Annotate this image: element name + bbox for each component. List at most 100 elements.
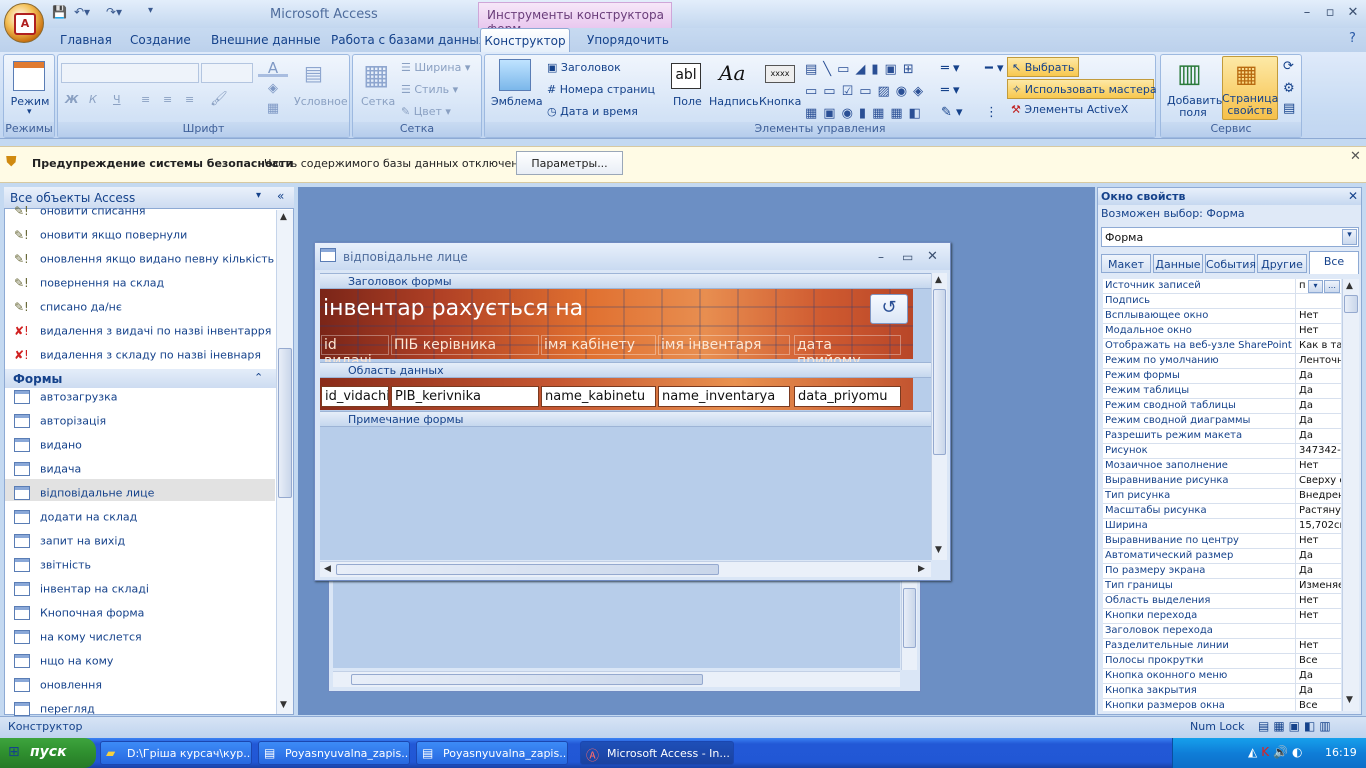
fill-color-icon[interactable]: ◈ xyxy=(258,81,288,97)
font-color-icon[interactable]: A xyxy=(258,59,288,77)
align-center-icon[interactable]: ≡ xyxy=(163,93,172,106)
use-wizards-toggle[interactable]: ✧ Использовать мастера xyxy=(1007,79,1157,99)
nav-form-item[interactable]: авторізація xyxy=(14,414,106,436)
nav-form-item[interactable]: перегляд xyxy=(14,702,95,724)
form-header-band[interactable]: Заголовок формы xyxy=(320,273,931,289)
office-button[interactable]: A xyxy=(4,3,44,43)
nav-query-item[interactable]: ✎! оновити списання xyxy=(14,204,146,226)
property-value[interactable]: Внедрен xyxy=(1295,489,1341,504)
property-row[interactable]: Разрешить режим макета Да xyxy=(1103,429,1341,444)
help-icon[interactable]: ? xyxy=(1349,31,1356,46)
property-value[interactable]: Нет xyxy=(1295,594,1341,609)
label-icon[interactable]: Aa xyxy=(719,61,745,85)
property-row[interactable]: Выравнивание по центру Нет xyxy=(1103,534,1341,549)
task-word-1[interactable]: Poyasnyuvalna_zapis... xyxy=(258,741,410,765)
scroll-left-icon[interactable]: ◀ xyxy=(324,564,331,574)
button-control-icon[interactable]: xxxx xyxy=(765,65,795,83)
property-row[interactable]: Ширина 15,702см xyxy=(1103,519,1341,534)
tab-other[interactable]: Другие xyxy=(1257,254,1307,273)
scroll-right-icon[interactable]: ▶ xyxy=(918,564,925,574)
nav-form-item[interactable]: автозагрузка xyxy=(14,390,117,412)
property-row[interactable]: Разделительные линии Нет xyxy=(1103,639,1341,654)
italic-icon[interactable]: К xyxy=(89,93,97,106)
label-name-inventarya[interactable]: імя інвентаря xyxy=(658,335,790,355)
width-button[interactable]: ☰ Ширина ▾ xyxy=(401,61,470,74)
property-row[interactable]: Режим сводной таблицы Да xyxy=(1103,399,1341,414)
property-value[interactable]: 15,702см xyxy=(1295,519,1341,534)
property-row[interactable]: Режим сводной диаграммы Да xyxy=(1103,414,1341,429)
builder-button[interactable]: … xyxy=(1324,280,1340,293)
tab-arrange[interactable]: Упорядочить xyxy=(587,30,669,52)
scroll-thumb[interactable] xyxy=(933,289,946,455)
field-data-priyomu[interactable]: data_priyomu xyxy=(794,386,901,407)
tab-layout[interactable]: Макет xyxy=(1101,254,1151,273)
tab-all[interactable]: Все xyxy=(1309,251,1359,274)
antivirus-icon[interactable]: K xyxy=(1261,745,1273,759)
subform-icon[interactable]: ▤ xyxy=(1283,101,1295,116)
nav-form-item[interactable]: відповідальне лице xyxy=(14,486,154,508)
property-value[interactable]: Да xyxy=(1295,669,1341,684)
nav-collapse-icon[interactable]: « xyxy=(277,189,284,203)
close-icon[interactable]: ✕ xyxy=(1344,5,1362,21)
form-close-icon[interactable]: ✕ xyxy=(927,249,938,264)
scroll-thumb[interactable] xyxy=(1344,295,1358,313)
font-name-select[interactable] xyxy=(61,63,199,83)
task-access[interactable]: Microsoft Access - In... xyxy=(580,741,734,765)
nav-menu-icon[interactable]: ▾ xyxy=(256,190,261,201)
form-minimize-icon[interactable]: – xyxy=(878,250,884,264)
undo-record-button[interactable]: ↺ xyxy=(870,294,908,324)
activex-button[interactable]: ⚒ Элементы ActiveX xyxy=(1011,103,1128,116)
nav-query-item[interactable]: ✘! видалення з складу по назві іневнаря xyxy=(14,348,261,370)
property-value[interactable]: Да xyxy=(1295,549,1341,564)
datetime-button[interactable]: ◷ Дата и время xyxy=(547,105,638,118)
style-button[interactable]: ☰ Стиль ▾ xyxy=(401,83,458,96)
view-icon[interactable] xyxy=(13,61,45,91)
nav-form-item[interactable]: інвентар на складі xyxy=(14,582,149,604)
forms-section-header[interactable]: Формы xyxy=(5,369,277,388)
property-row[interactable]: Кнопка закрытия Да xyxy=(1103,684,1341,699)
property-value[interactable]: Нет xyxy=(1295,534,1341,549)
tab-home[interactable]: Главная xyxy=(60,30,112,52)
tray-icons[interactable]: ◭K🔊◐ xyxy=(1248,745,1307,759)
textbox-icon[interactable]: abl xyxy=(671,63,701,89)
scroll-thumb[interactable] xyxy=(278,348,292,498)
format-painter-icon[interactable]: 🖌 xyxy=(210,91,228,107)
restore-icon[interactable]: ▫ xyxy=(1321,5,1339,21)
line-width-icon[interactable]: ━ ▾ xyxy=(985,61,1003,76)
line-icon[interactable]: ═ ▾ xyxy=(941,61,959,76)
property-row[interactable]: Тип рисунка Внедрен xyxy=(1103,489,1341,504)
conditional-format-button[interactable]: Условное xyxy=(294,95,348,108)
property-row[interactable]: Заголовок перехода xyxy=(1103,624,1341,639)
property-row[interactable]: Кнопки размеров окна Все xyxy=(1103,699,1341,711)
form-maximize-icon[interactable]: ▭ xyxy=(902,250,913,264)
property-value[interactable]: Нет xyxy=(1295,609,1341,624)
property-row[interactable]: Тип границы Изменяе xyxy=(1103,579,1341,594)
options-button[interactable]: Параметры... xyxy=(516,151,623,175)
add-fields-icon[interactable]: ▥ xyxy=(1177,59,1207,89)
save-icon[interactable]: 💾 xyxy=(52,5,67,23)
tab-external-data[interactable]: Внешние данные xyxy=(211,30,320,52)
property-value[interactable]: Изменяе xyxy=(1295,579,1341,594)
qat-customize-icon[interactable]: ▾ xyxy=(148,5,153,23)
field-name-inventarya[interactable]: name_inventarya xyxy=(658,386,790,407)
property-scrollbar[interactable]: ▲ ▼ xyxy=(1342,279,1359,711)
label-pib-kerivnika[interactable]: ПІБ керівника xyxy=(391,335,539,355)
property-row[interactable]: Режим таблицы Да xyxy=(1103,384,1341,399)
property-value[interactable]: Да xyxy=(1295,369,1341,384)
property-row[interactable]: По размеру экрана Да xyxy=(1103,564,1341,579)
property-value[interactable]: Все xyxy=(1295,654,1341,669)
property-value[interactable]: Все xyxy=(1295,699,1341,711)
scroll-down-icon[interactable]: ▼ xyxy=(1346,695,1353,705)
property-value[interactable]: Да xyxy=(1295,564,1341,579)
tab-order-icon[interactable]: ⋮ xyxy=(985,105,998,120)
nav-query-item[interactable]: ✎! повернення на склад xyxy=(14,276,164,298)
property-value[interactable]: Растяну xyxy=(1295,504,1341,519)
macro-icon[interactable]: ⚙ xyxy=(1283,81,1295,96)
scroll-thumb[interactable] xyxy=(903,588,916,648)
redo-icon[interactable]: ↷▾ xyxy=(106,5,122,23)
underline-icon[interactable]: Ч xyxy=(113,93,121,106)
property-value[interactable]: Да xyxy=(1295,399,1341,414)
property-value[interactable]: Сверху с xyxy=(1295,474,1341,489)
property-sheet-close-icon[interactable]: ✕ xyxy=(1348,189,1358,203)
grid-button[interactable]: Сетка xyxy=(361,95,395,108)
